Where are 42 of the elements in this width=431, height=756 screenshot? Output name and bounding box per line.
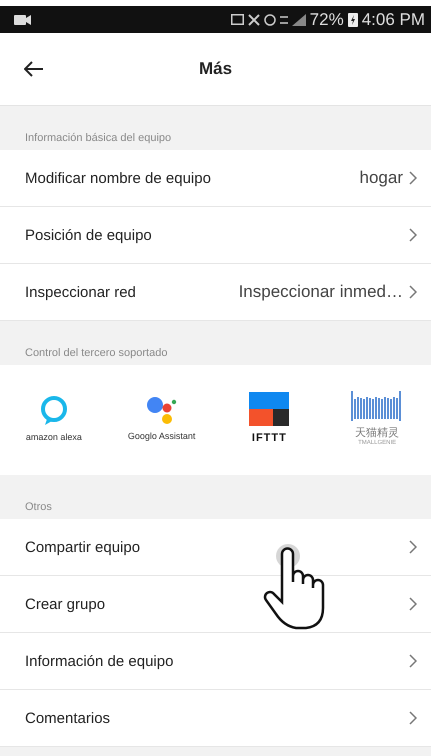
chevron-right-icon — [409, 171, 417, 185]
mute-icon — [248, 14, 260, 26]
cast-icon — [230, 14, 244, 25]
chevron-right-icon — [409, 285, 417, 299]
ifttt-block-logo[interactable] — [249, 392, 290, 426]
settings-row[interactable]: Información de equipo — [0, 633, 431, 690]
row-value: Inspeccionar inmed… — [238, 282, 403, 302]
status-time: 4:06 PM — [362, 10, 425, 30]
row-label: Comentarios — [25, 710, 112, 726]
sound-wave-logo[interactable] — [351, 390, 404, 420]
row-label: Crear grupo — [25, 596, 106, 612]
chevron-right-icon — [409, 654, 417, 668]
battery-percentage: 72% — [310, 10, 344, 30]
chevron-right-icon — [409, 228, 417, 242]
signal-icon — [292, 14, 306, 26]
alexa-ring-logo[interactable] — [38, 394, 69, 426]
row-label: Compartir equipo — [25, 538, 142, 556]
section-heading: Control del tercero soportado — [25, 347, 168, 359]
logo-caption: 天猫精灵 — [355, 426, 400, 440]
row-label: Inspeccionar red — [25, 284, 137, 300]
settings-row[interactable]: Comentarios — [0, 690, 431, 747]
row-value: hogar — [360, 168, 403, 188]
row-label: Modificar nombre de equipo — [25, 170, 212, 186]
logo-caption: amazon alexa — [26, 432, 82, 442]
back-arrow-icon[interactable] — [24, 61, 44, 77]
logo-caption: IFTTT — [252, 432, 287, 444]
assistant-dots-logo[interactable] — [144, 395, 179, 425]
section-heading: Otros — [25, 501, 52, 513]
chevron-right-icon — [409, 597, 417, 611]
settings-row[interactable]: Modificar nombre de equipo hogar — [0, 150, 431, 207]
page-title: Más — [198, 59, 232, 79]
battery-icon — [348, 12, 358, 27]
settings-row[interactable]: Posición de equipo — [0, 207, 431, 264]
settings-row[interactable]: Inspeccionar red Inspeccionar inmed… — [0, 264, 431, 321]
logo-caption: Googlo Assistant — [128, 431, 196, 441]
chevron-right-icon — [409, 711, 417, 725]
video-camera-icon — [14, 14, 32, 24]
row-label: Posición de equipo — [25, 226, 153, 244]
chevron-right-icon — [409, 540, 417, 554]
section-heading: Información básica del equipo — [25, 132, 172, 144]
row-label: Información de equipo — [25, 652, 174, 670]
alarm-icon — [264, 14, 276, 26]
